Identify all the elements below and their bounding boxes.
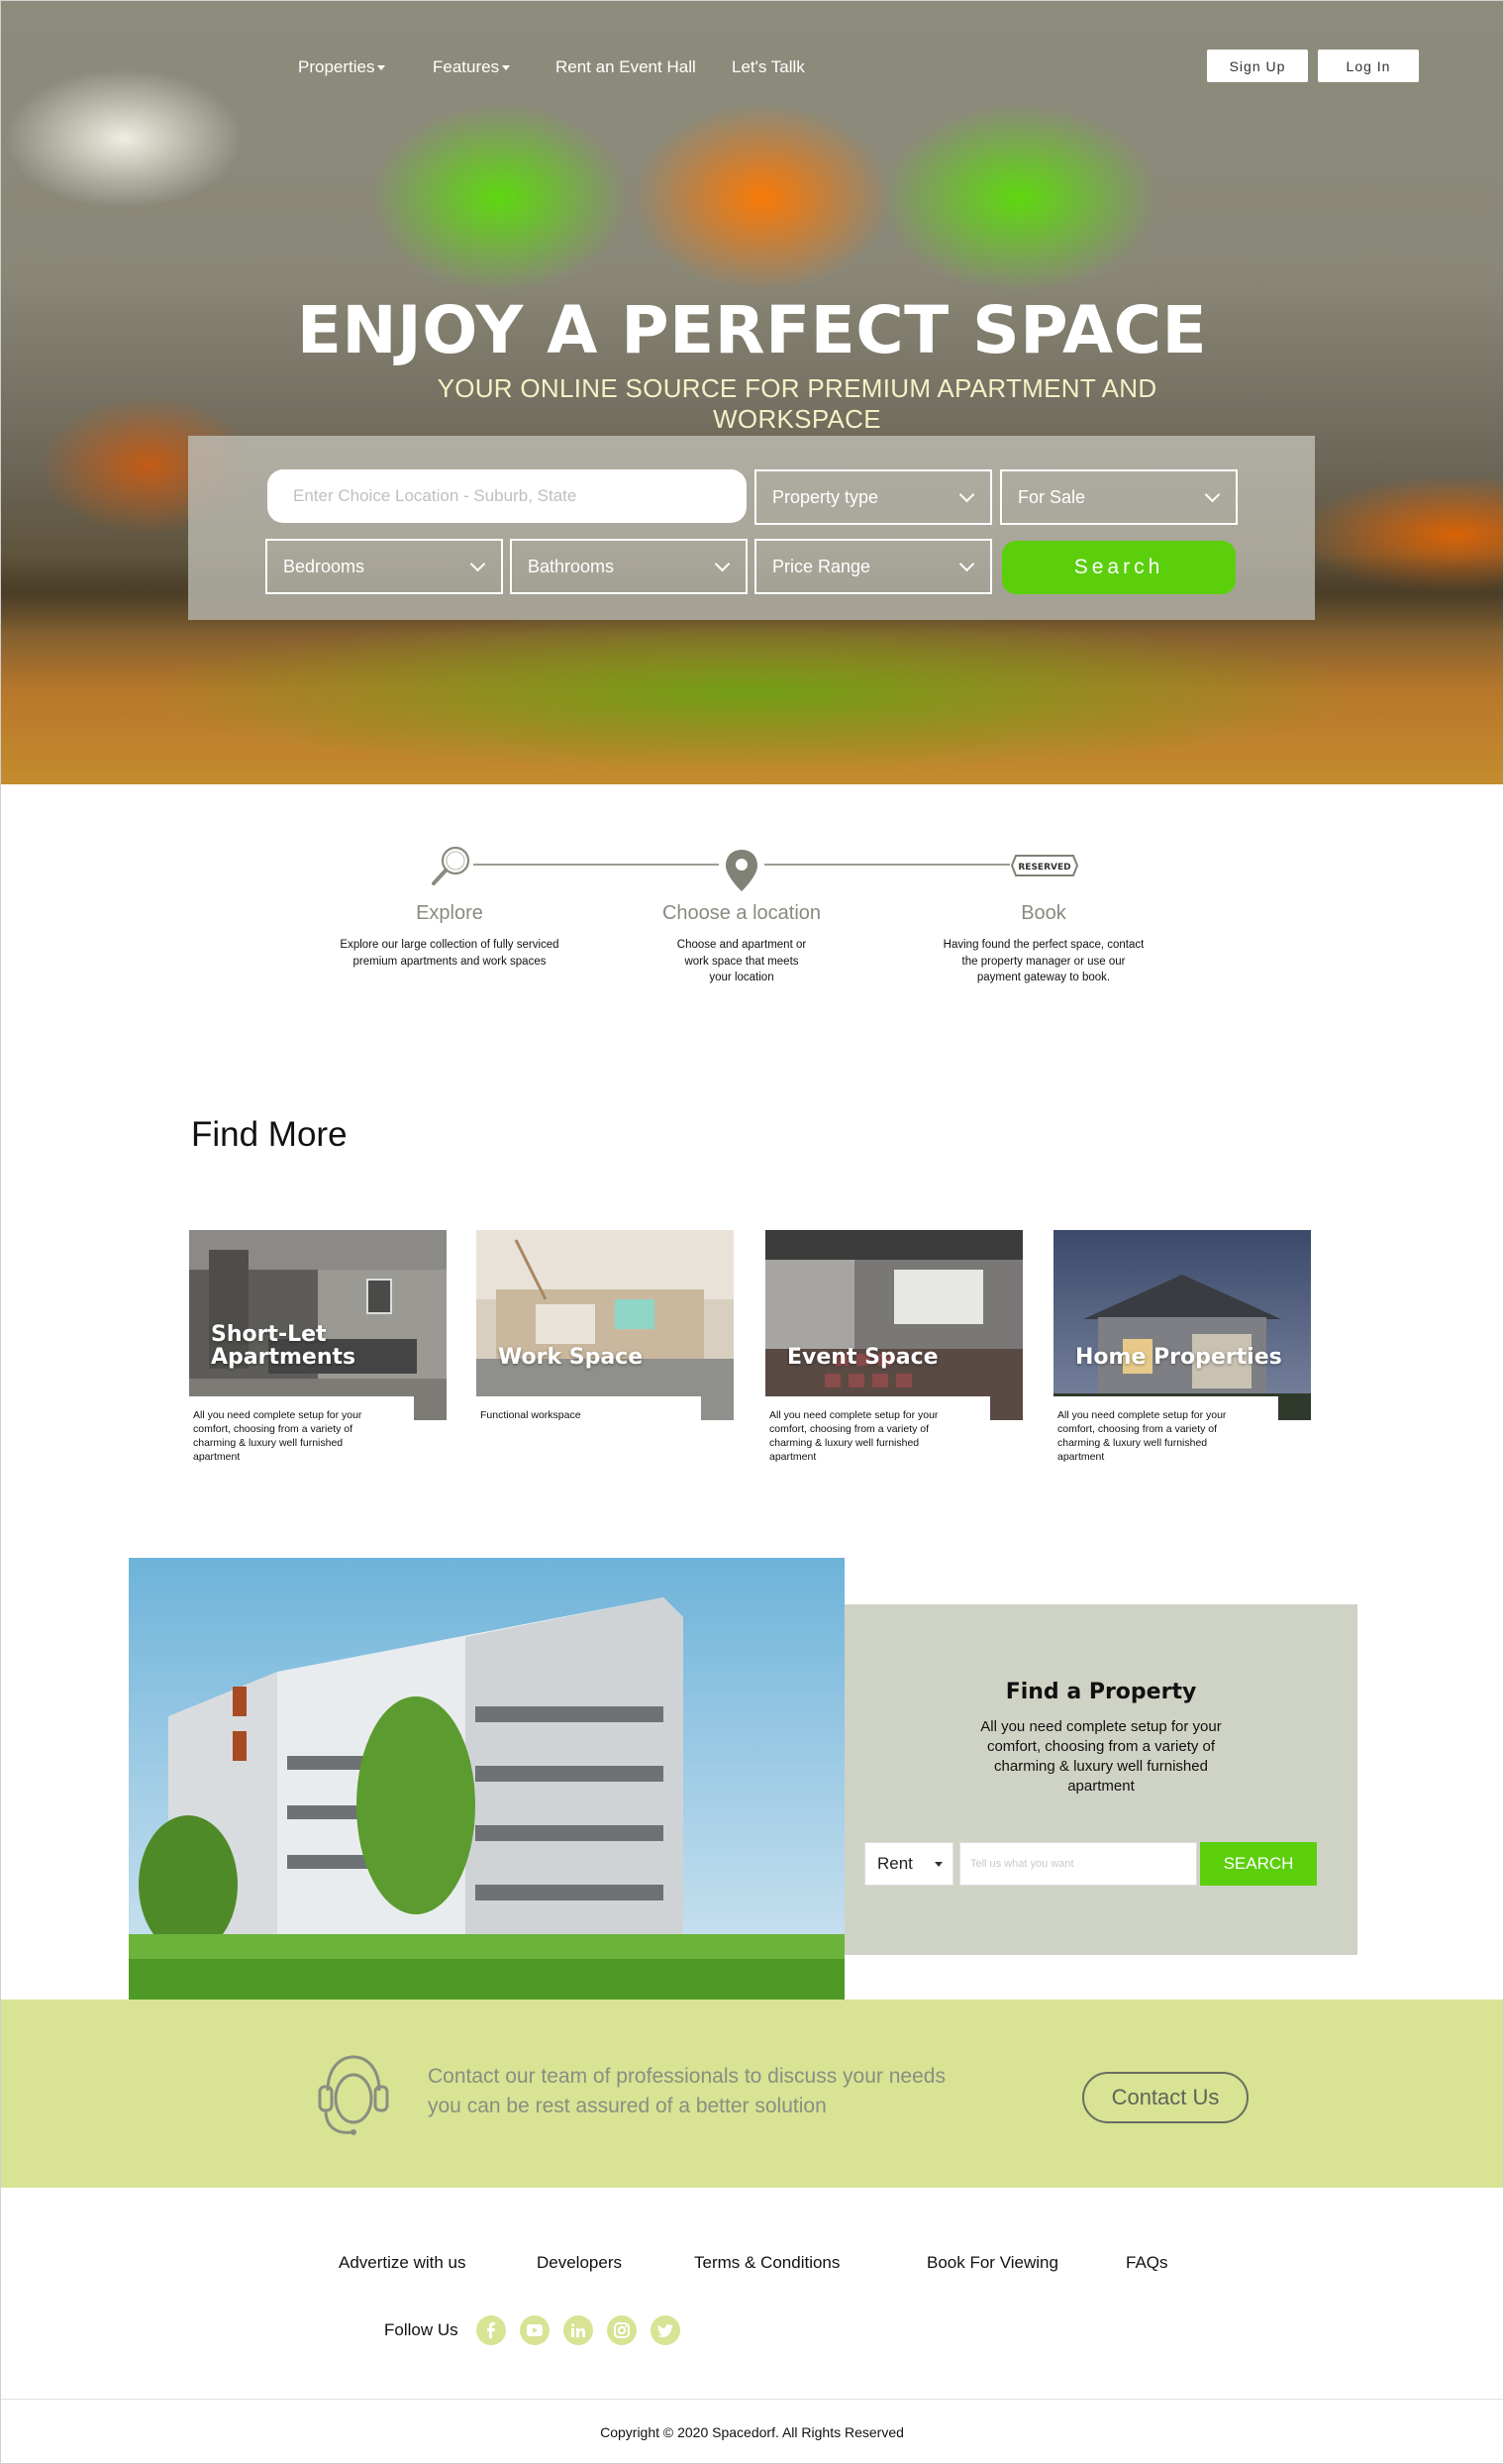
search-button[interactable]: Search <box>1002 541 1236 594</box>
work-space-image: Work Space <box>476 1230 734 1420</box>
card-home-properties[interactable]: Home Properties All you need complete se… <box>1053 1230 1311 1468</box>
footer-divider <box>0 2399 1504 2400</box>
footer-link-book-viewing[interactable]: Book For Viewing <box>927 2253 1058 2273</box>
contact-text: Contact our team of professionals to dis… <box>428 2062 946 2121</box>
signup-button[interactable]: Sign Up <box>1207 50 1308 82</box>
bathrooms-select[interactable]: Bathrooms <box>510 539 748 594</box>
find-property-title: Find a Property <box>1005 1680 1197 1704</box>
magnifier-icon <box>432 846 470 885</box>
hero-title: ENJOY A PERFECT SPACE <box>296 292 1208 368</box>
property-type-label: Property type <box>772 486 879 507</box>
contact-band: Contact our team of professionals to dis… <box>0 2000 1504 2188</box>
apartment-building-image <box>129 1558 845 2000</box>
event-space-image: Event Space <box>765 1230 1023 1420</box>
nav-properties-label: Properties <box>298 57 375 76</box>
facebook-icon[interactable] <box>476 2315 506 2345</box>
footer-link-terms[interactable]: Terms & Conditions <box>694 2253 840 2273</box>
card-label: Event Space <box>787 1345 939 1370</box>
rent-select[interactable]: Rent <box>864 1842 953 1886</box>
property-query-input[interactable] <box>959 1842 1197 1886</box>
card-label: Work Space <box>498 1345 644 1370</box>
footer-link-faqs[interactable]: FAQs <box>1126 2253 1168 2273</box>
bedrooms-label: Bedrooms <box>283 556 365 576</box>
nav-features[interactable]: Features <box>433 57 511 77</box>
chevron-down-icon <box>469 556 486 572</box>
step-connector <box>473 864 719 866</box>
contact-us-button[interactable]: Contact Us <box>1082 2072 1249 2123</box>
card-caption-box <box>476 1396 701 1468</box>
copyright-text: Copyright © 2020 Spacedorf. All Rights R… <box>600 2424 904 2440</box>
rent-select-value: Rent <box>877 1854 913 1873</box>
bathrooms-label: Bathrooms <box>528 556 615 576</box>
card-label: Home Properties <box>1075 1345 1282 1370</box>
chevron-down-icon <box>1204 486 1221 503</box>
hero-section: Properties Features Rent an Event Hall L… <box>0 0 1504 784</box>
login-button[interactable]: Log In <box>1318 50 1419 82</box>
card-desc: All you need complete setup for your com… <box>769 1409 939 1463</box>
caret-down-icon <box>935 1862 943 1867</box>
step-desc-explore: Explore our large collection of fully se… <box>340 939 559 968</box>
listing-type-select[interactable]: For Sale <box>1000 469 1238 525</box>
chevron-down-icon <box>714 556 731 572</box>
footer-link-developers[interactable]: Developers <box>537 2253 622 2273</box>
card-label: Short-Let Apartments <box>211 1322 356 1370</box>
caret-down-icon <box>377 65 386 71</box>
twitter-icon[interactable] <box>651 2315 680 2345</box>
nav-features-label: Features <box>433 57 500 76</box>
step-desc-book: Having found the perfect space, contact … <box>943 939 1145 983</box>
reserved-badge-text: RESERVED <box>1018 863 1070 873</box>
card-desc: Functional workspace <box>480 1409 581 1421</box>
property-search-button[interactable]: SEARCH <box>1200 1842 1317 1886</box>
property-type-select[interactable]: Property type <box>754 469 992 525</box>
instagram-icon[interactable] <box>607 2315 637 2345</box>
contact-text-line: you can be rest assured of a better solu… <box>428 2095 827 2117</box>
youtube-icon[interactable] <box>520 2315 550 2345</box>
linkedin-icon[interactable] <box>563 2315 593 2345</box>
find-property-text: All you need complete setup for your com… <box>980 1718 1222 1795</box>
hero-subtitle: YOUR ONLINE SOURCE FOR PREMIUM APARTMENT… <box>437 373 1157 434</box>
location-input[interactable] <box>267 469 747 523</box>
step-title-choose-location: Choose a location <box>661 902 822 924</box>
card-work-space[interactable]: Work Space Functional workspace <box>476 1230 734 1468</box>
price-range-select[interactable]: Price Range <box>754 539 992 594</box>
reserved-ticket-icon: RESERVED <box>1010 855 1079 876</box>
find-more-title: Find More <box>191 1115 348 1154</box>
chevron-down-icon <box>958 486 975 503</box>
home-properties-image: Home Properties <box>1053 1230 1311 1420</box>
contact-text-line: Contact our team of professionals to dis… <box>428 2065 946 2088</box>
bedrooms-select[interactable]: Bedrooms <box>265 539 503 594</box>
nav-properties[interactable]: Properties <box>298 57 386 77</box>
nav-lets-talk[interactable]: Let's Tallk <box>732 57 805 77</box>
step-connector <box>764 864 1010 866</box>
headset-support-icon <box>318 2055 389 2135</box>
price-range-label: Price Range <box>772 556 871 576</box>
caret-down-icon <box>502 65 511 71</box>
listing-type-label: For Sale <box>1018 486 1086 507</box>
follow-us-label: Follow Us <box>384 2320 458 2339</box>
step-desc-choose-location: Choose and apartment or work space that … <box>676 939 807 983</box>
nav-rent-event-hall[interactable]: Rent an Event Hall <box>555 57 696 77</box>
find-property-panel: Find a Property All you need complete se… <box>845 1604 1357 1955</box>
card-short-let[interactable]: Short-Let Apartments All you need comple… <box>189 1230 447 1468</box>
location-pin-icon <box>726 850 757 891</box>
short-let-image: Short-Let Apartments <box>189 1230 447 1420</box>
step-title-book: Book <box>1021 902 1066 924</box>
card-desc: All you need complete setup for your com… <box>1057 1409 1227 1463</box>
step-title-explore: Explore <box>416 902 483 924</box>
search-panel: Property type For Sale Bedrooms Bathroom… <box>188 436 1315 620</box>
footer-link-advertize[interactable]: Advertize with us <box>339 2253 466 2273</box>
card-event-space[interactable]: Event Space All you need complete setup … <box>765 1230 1023 1468</box>
card-desc: All you need complete setup for your com… <box>193 1409 362 1463</box>
chevron-down-icon <box>958 556 975 572</box>
